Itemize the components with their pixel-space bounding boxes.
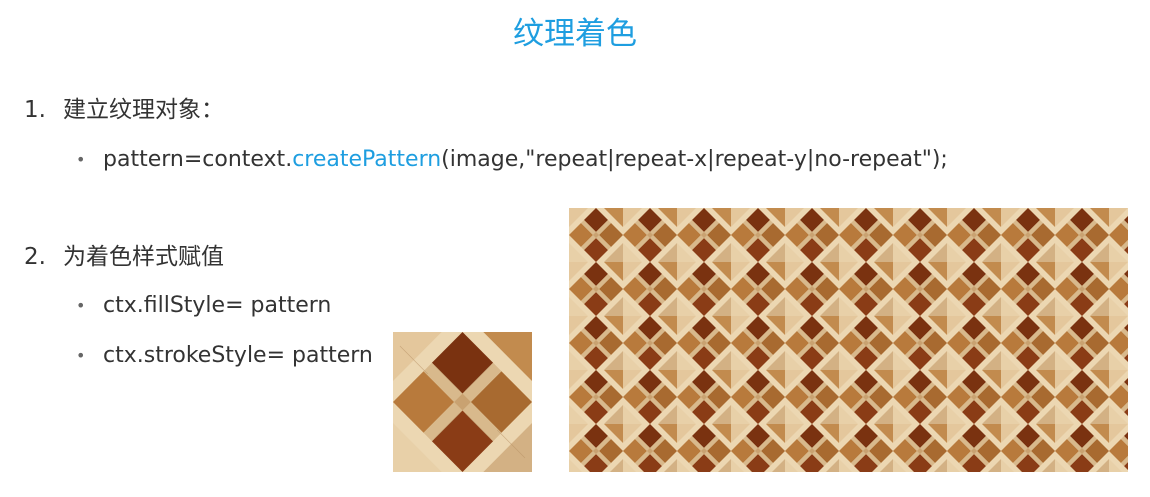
bullet-icon: •: [76, 150, 86, 169]
code-create-pattern: pattern=context.createPattern(image,"rep…: [103, 145, 948, 175]
code-fill-style: ctx.fillStyle= pattern: [103, 293, 332, 318]
step-2-heading: 为着色样式赋值: [63, 244, 224, 270]
step-2-number: 2.: [24, 244, 46, 270]
code-stroke-style: ctx.strokeStyle= pattern: [103, 343, 373, 368]
code-prefix: pattern=context.: [103, 147, 293, 172]
step-1-number: 1.: [24, 97, 46, 123]
wood-pattern-svg: [569, 208, 1128, 472]
step-1-heading: 建立纹理对象：: [63, 97, 224, 123]
wood-tile-image: [393, 332, 532, 472]
slide-title: 纹理着色: [513, 16, 637, 52]
wood-tile-svg: [393, 332, 532, 472]
wood-pattern-image: [569, 208, 1128, 472]
code-suffix: (image,"repeat|repeat-x|repeat-y|no-repe…: [441, 147, 948, 172]
bullet-icon: •: [76, 296, 86, 315]
code-method-highlight: createPattern: [292, 147, 442, 172]
bullet-icon: •: [76, 346, 86, 365]
